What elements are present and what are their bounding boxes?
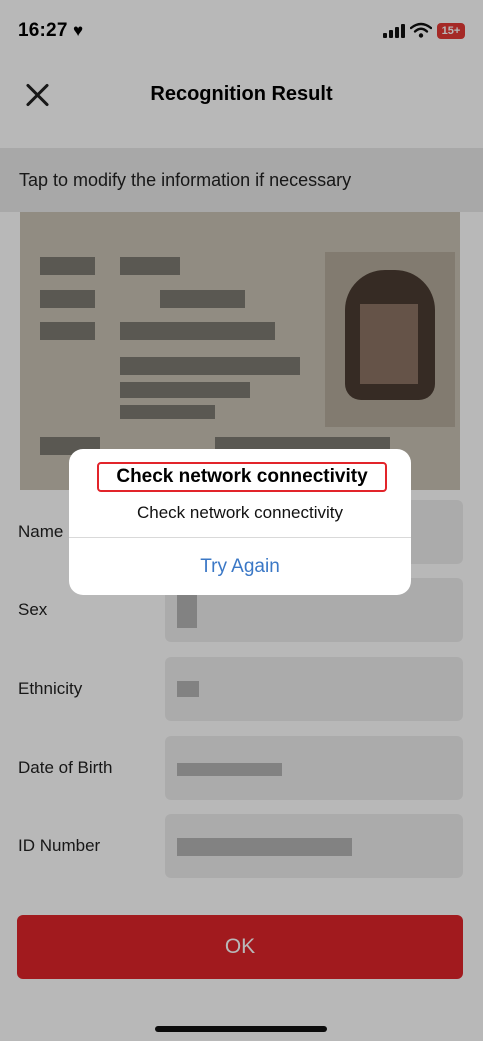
try-again-button[interactable]: Try Again [69,538,411,595]
alert-dialog: Check network connectivity Check network… [69,449,411,595]
alert-message: Check network connectivity [137,503,343,522]
alert-title: Check network connectivity [97,462,387,492]
